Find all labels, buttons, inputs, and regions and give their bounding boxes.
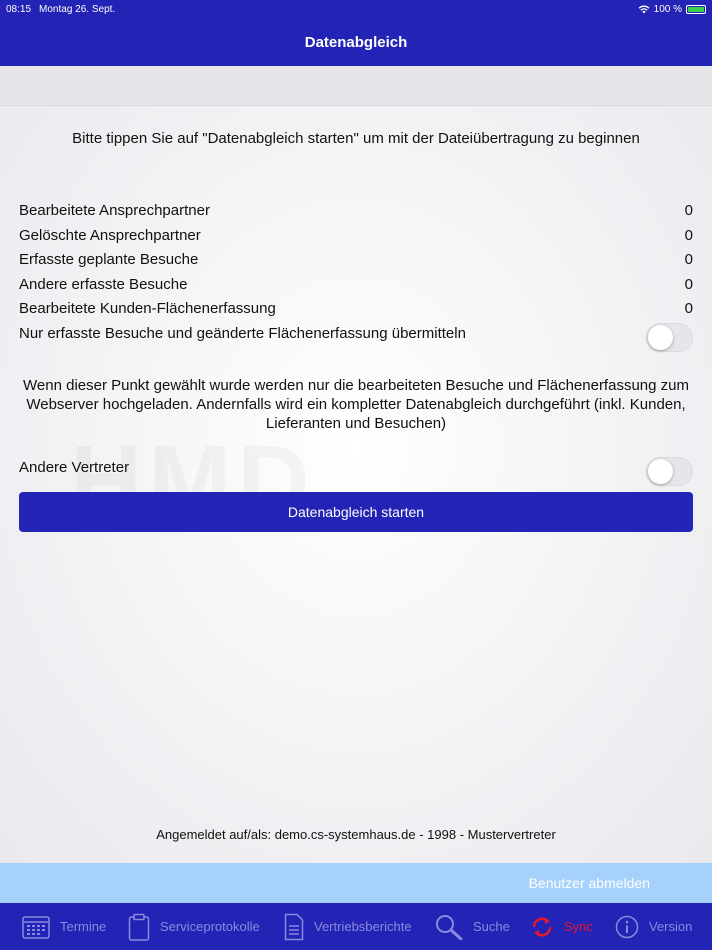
stat-value: 0 <box>684 226 693 244</box>
tab-label: Serviceprotokolle <box>160 919 260 934</box>
stat-row-planned-visits: Erfasste geplante Besuche 0 <box>19 247 693 271</box>
logged-in-info: Angemeldet auf/als: demo.cs-systemhaus.d… <box>156 827 556 842</box>
only-visits-label: Nur erfasste Besuche und geänderte Fläch… <box>19 324 466 342</box>
sync-icon <box>532 917 552 936</box>
nav-bar: Datenabgleich <box>0 18 712 66</box>
stat-row-other-visits: Andere erfasste Besuche 0 <box>19 272 693 296</box>
tab-termine[interactable]: Termine <box>22 903 106 950</box>
tab-serviceprotokolle[interactable]: Serviceprotokolle <box>128 903 260 950</box>
stat-label: Bearbeitete Ansprechpartner <box>19 201 210 219</box>
other-rep-row: Andere Vertreter <box>19 455 693 479</box>
intro-text: Bitte tippen Sie auf "Datenabgleich star… <box>72 130 640 147</box>
calendar-icon <box>22 915 50 939</box>
clipboard-icon <box>128 913 150 941</box>
explanation-text: Wenn dieser Punkt gewählt wurde werden n… <box>23 377 689 432</box>
stat-row-area-capture: Bearbeitete Kunden-Flächenerfassung 0 <box>19 296 693 320</box>
tab-version[interactable]: Version <box>615 903 692 950</box>
tab-suche[interactable]: Suche <box>435 903 510 950</box>
document-icon <box>284 913 304 940</box>
tab-label: Suche <box>473 919 510 934</box>
stat-value: 0 <box>684 299 693 317</box>
only-visits-toggle[interactable] <box>646 323 693 352</box>
other-rep-toggle[interactable] <box>646 457 693 486</box>
stat-label: Bearbeitete Kunden-Flächenerfassung <box>19 299 276 317</box>
stat-label: Andere erfasste Besuche <box>19 275 188 293</box>
stat-row-deleted-contacts: Gelöschte Ansprechpartner 0 <box>19 223 693 247</box>
wifi-icon <box>638 5 650 13</box>
status-right: 100 % <box>638 4 706 15</box>
status-bar: 08:15 Montag 26. Sept. 100 % <box>0 0 712 18</box>
search-icon <box>436 914 463 940</box>
toggle-knob <box>648 459 673 484</box>
page-title: Datenabgleich <box>304 33 408 51</box>
tab-label: Version <box>649 919 693 934</box>
only-visits-row: Nur erfasste Besuche und geänderte Fläch… <box>19 321 693 345</box>
other-rep-label: Andere Vertreter <box>19 458 130 476</box>
stat-value: 0 <box>684 250 693 268</box>
toggle-knob <box>648 325 673 350</box>
stat-value: 0 <box>684 275 693 293</box>
main-content: HMD Bitte tippen Sie auf "Datenabgleich … <box>0 106 712 863</box>
battery-icon <box>686 4 706 14</box>
tab-label: Vertriebsberichte <box>314 919 412 934</box>
stat-value: 0 <box>684 201 693 219</box>
info-icon <box>615 915 639 938</box>
battery-percent: 100 % <box>653 3 682 15</box>
sub-header <box>0 66 712 106</box>
stat-row-edited-contacts: Bearbeitete Ansprechpartner 0 <box>19 198 693 222</box>
tab-bar: Termine Serviceprotokolle Vertriebsberic… <box>0 903 712 950</box>
tab-sync[interactable]: Sync <box>530 903 593 950</box>
status-date: Montag 26. Sept. <box>39 3 116 15</box>
start-sync-button[interactable]: Datenabgleich starten <box>19 492 693 532</box>
stat-label: Erfasste geplante Besuche <box>19 250 199 268</box>
tab-label: Termine <box>60 919 107 934</box>
tab-vertriebsberichte[interactable]: Vertriebsberichte <box>284 903 412 950</box>
logout-button[interactable]: Benutzer abmelden <box>529 863 650 903</box>
tab-label: Sync <box>564 919 593 934</box>
stat-label: Gelöschte Ansprechpartner <box>19 226 201 244</box>
logout-bar: Benutzer abmelden <box>0 863 712 903</box>
status-time: 08:15 <box>6 3 32 15</box>
